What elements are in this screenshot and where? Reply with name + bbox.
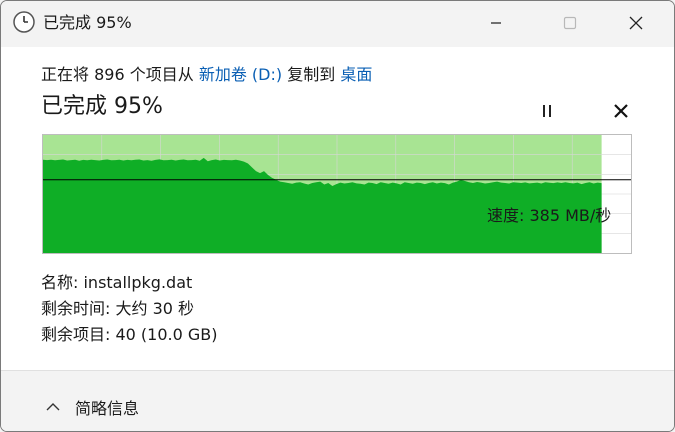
title-bar[interactable]: 已完成 95% — [1, 1, 674, 47]
maximize-button — [541, 1, 599, 45]
operation-middle: 复制到 — [287, 65, 336, 84]
chevron-up-icon — [46, 403, 60, 411]
speed-graph — [42, 134, 632, 254]
close-icon — [629, 16, 643, 30]
maximize-icon — [563, 16, 577, 30]
window-title: 已完成 95% — [43, 13, 132, 32]
less-details-label: 简略信息 — [75, 399, 140, 418]
speed-label: 速度: 385 MB/秒 — [487, 206, 612, 225]
pause-icon[interactable] — [537, 101, 557, 121]
progress-status: 已完成 95% — [41, 94, 163, 119]
operation-prefix: 正在将 896 个项目从 — [41, 65, 194, 84]
copy-progress-dialog: 已完成 95% 正在将 896 个项目从 新加卷 (D:) 复制到 桌面 已完成… — [0, 0, 675, 432]
time-remaining: 剩余时间: 大约 30 秒 — [41, 299, 195, 318]
items-remaining: 剩余项目: 40 (10.0 GB) — [41, 325, 218, 344]
file-name: 名称: installpkg.dat — [41, 273, 193, 292]
cancel-icon[interactable] — [611, 101, 631, 121]
source-link[interactable]: 新加卷 (D:) — [199, 65, 282, 84]
operation-summary: 正在将 896 个项目从 新加卷 (D:) 复制到 桌面 — [41, 65, 372, 85]
destination-link[interactable]: 桌面 — [340, 65, 372, 84]
less-details-button[interactable]: 简略信息 — [45, 395, 139, 419]
minimize-icon — [491, 22, 501, 24]
footer: 简略信息 — [1, 370, 674, 431]
minimize-button[interactable] — [467, 1, 525, 45]
close-button[interactable] — [607, 1, 665, 45]
clock-icon — [13, 11, 35, 33]
